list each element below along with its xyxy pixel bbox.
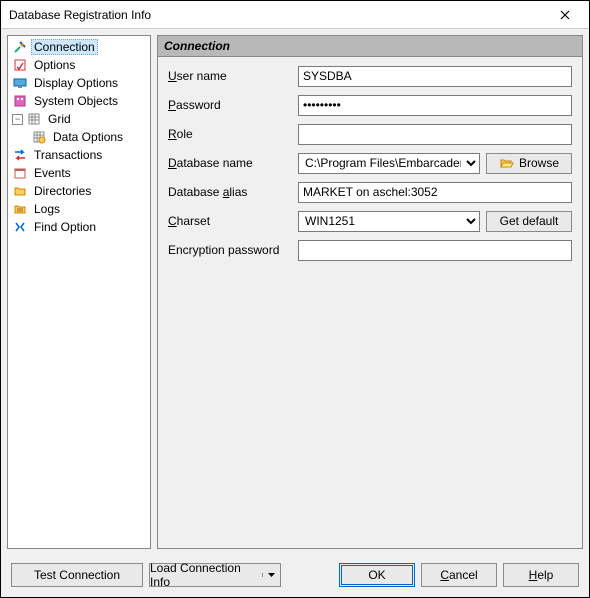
label-password: Password — [168, 98, 298, 112]
ok-label: OK — [368, 568, 385, 582]
get-default-label: Get default — [500, 214, 559, 228]
tree-label: Options — [31, 58, 78, 72]
find-icon — [12, 219, 28, 235]
tree-label: Events — [31, 166, 74, 180]
transactions-icon — [12, 147, 28, 163]
tree-item-options[interactable]: Options — [8, 56, 150, 74]
dialog-window: Database Registration Info Connection Op… — [0, 0, 590, 598]
tree-item-system-objects[interactable]: System Objects — [8, 92, 150, 110]
label-username: User name — [168, 69, 298, 83]
row-role: Role — [168, 123, 572, 145]
tree-label: System Objects — [31, 94, 121, 108]
browse-label: Browse — [519, 156, 559, 170]
charset-select[interactable]: WIN1251 — [298, 211, 480, 232]
load-connection-dropdown[interactable] — [262, 573, 280, 577]
password-input[interactable] — [298, 95, 572, 116]
cancel-button[interactable]: Cancel — [421, 563, 497, 587]
system-icon — [12, 93, 28, 109]
window-title: Database Registration Info — [9, 8, 547, 22]
events-icon — [12, 165, 28, 181]
row-password: Password — [168, 94, 572, 116]
label-encryption-password: Encryption password — [168, 243, 298, 257]
help-label: Help — [529, 568, 554, 582]
label-database-alias: Database alias — [168, 185, 298, 199]
close-button[interactable] — [547, 5, 583, 25]
browse-folder-icon — [499, 155, 515, 171]
tree-label: Data Options — [50, 130, 126, 144]
tree-item-directories[interactable]: Directories — [8, 182, 150, 200]
cancel-label: Cancel — [440, 568, 477, 582]
load-connection-info-button[interactable]: Load Connection Info — [149, 563, 281, 587]
test-connection-button[interactable]: Test Connection — [11, 563, 143, 587]
database-alias-input[interactable] — [298, 182, 572, 203]
panel-header: Connection — [158, 36, 582, 57]
tree-label: Find Option — [31, 220, 99, 234]
help-button[interactable]: Help — [503, 563, 579, 587]
tree-label: Connection — [31, 39, 98, 55]
display-icon — [12, 75, 28, 91]
database-name-select[interactable]: C:\Program Files\Embarcadero\ — [298, 153, 480, 174]
tree-label: Grid — [45, 112, 74, 126]
tree-label: Directories — [31, 184, 94, 198]
label-role: Role — [168, 127, 298, 141]
nav-tree[interactable]: Connection Options Display Options Syste… — [7, 35, 151, 549]
settings-panel: Connection User name Password Role Datab… — [157, 35, 583, 549]
role-input[interactable] — [298, 124, 572, 145]
titlebar: Database Registration Info — [1, 1, 589, 29]
tree-collapse-toggle[interactable]: − — [12, 114, 23, 125]
ok-button[interactable]: OK — [339, 563, 415, 587]
tree-item-transactions[interactable]: Transactions — [8, 146, 150, 164]
username-input[interactable] — [298, 66, 572, 87]
tree-item-grid[interactable]: − Grid — [8, 110, 150, 128]
folder-icon — [12, 183, 28, 199]
tree-label: Logs — [31, 202, 63, 216]
connection-icon — [12, 39, 28, 55]
tree-item-find-option[interactable]: Find Option — [8, 218, 150, 236]
tree-item-events[interactable]: Events — [8, 164, 150, 182]
data-options-icon — [31, 129, 47, 145]
options-icon — [12, 57, 28, 73]
tree-item-data-options[interactable]: Data Options — [8, 128, 150, 146]
chevron-down-icon — [268, 573, 275, 577]
label-database-name: Database name — [168, 156, 298, 170]
load-connection-label: Load Connection Info — [150, 561, 262, 589]
content-area: Connection Options Display Options Syste… — [1, 29, 589, 555]
label-charset: Charset — [168, 214, 298, 228]
logs-icon — [12, 201, 28, 217]
grid-icon — [26, 111, 42, 127]
tree-label: Transactions — [31, 148, 105, 162]
tree-item-logs[interactable]: Logs — [8, 200, 150, 218]
panel-body: User name Password Role Database name C:… — [158, 57, 582, 276]
tree-item-display-options[interactable]: Display Options — [8, 74, 150, 92]
row-database-alias: Database alias — [168, 181, 572, 203]
dialog-footer: Test Connection Load Connection Info OK … — [1, 555, 589, 597]
row-username: User name — [168, 65, 572, 87]
row-charset: Charset WIN1251 Get default — [168, 210, 572, 232]
row-database-name: Database name C:\Program Files\Embarcade… — [168, 152, 572, 174]
tree-label: Display Options — [31, 76, 121, 90]
tree-item-connection[interactable]: Connection — [8, 38, 150, 56]
get-default-button[interactable]: Get default — [486, 211, 572, 232]
row-encryption-password: Encryption password — [168, 239, 572, 261]
close-icon — [560, 10, 570, 20]
encryption-password-input[interactable] — [298, 240, 572, 261]
browse-button[interactable]: Browse — [486, 153, 572, 174]
test-connection-label: Test Connection — [34, 568, 120, 582]
